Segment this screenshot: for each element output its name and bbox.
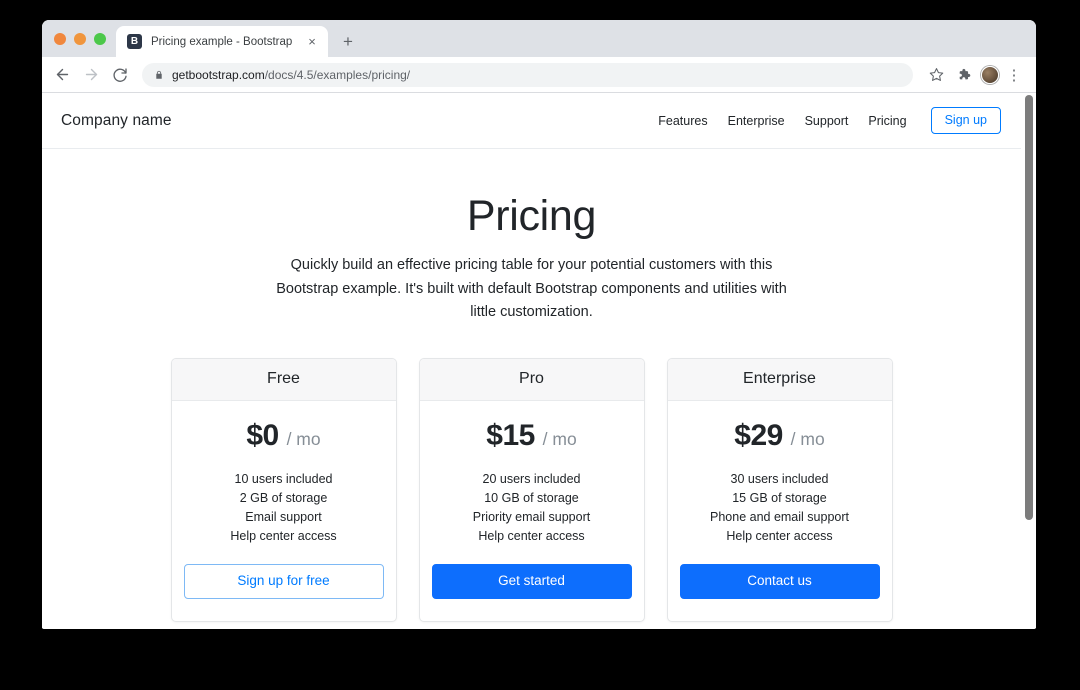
browser-toolbar: getbootstrap.com/docs/4.5/examples/prici… [42,57,1036,93]
nav-link-support[interactable]: Support [805,114,849,128]
browser-tab[interactable]: B Pricing example - Bootstrap × [116,26,328,57]
window-traffic-lights [42,20,116,57]
profile-avatar[interactable] [981,66,999,84]
plan-cta-button[interactable]: Get started [432,564,632,599]
plan-feature: 10 users included [184,470,384,489]
pricing-card-enterprise: Enterprise $29 / mo 30 users included 15… [667,358,893,622]
signup-button[interactable]: Sign up [931,107,1001,134]
plan-feature: Help center access [432,527,632,546]
plan-name: Pro [519,370,544,387]
minimize-window-button[interactable] [74,33,86,45]
plan-features: 10 users included 2 GB of storage Email … [184,470,384,546]
plan-price-period: / mo [791,429,825,449]
plan-feature: Help center access [184,527,384,546]
address-bar-domain: getbootstrap.com [172,68,265,82]
plan-feature: 2 GB of storage [184,489,384,508]
site-brand[interactable]: Company name [61,112,172,130]
nav-link-pricing[interactable]: Pricing [868,114,906,128]
extensions-puzzle-icon[interactable] [951,63,975,87]
plan-feature: Priority email support [432,508,632,527]
maximize-window-button[interactable] [94,33,106,45]
plan-price: $0 / mo [184,419,384,452]
plan-price-period: / mo [543,429,577,449]
page-title: Pricing [42,193,1021,240]
page-content: Company name Features Enterprise Support… [42,93,1021,628]
browser-menu-icon[interactable]: ⋮ [1002,63,1026,87]
card-header: Enterprise [668,359,892,401]
back-icon[interactable] [49,62,75,88]
card-body: $29 / mo 30 users included 15 GB of stor… [668,401,892,621]
browser-tab-strip: B Pricing example - Bootstrap × + [42,20,1036,57]
nav-link-enterprise[interactable]: Enterprise [728,114,785,128]
plan-name: Free [267,370,300,387]
pricing-cards-row: Free $0 / mo 10 users included 2 GB of s… [42,358,1021,622]
plan-features: 20 users included 10 GB of storage Prior… [432,470,632,546]
browser-window: B Pricing example - Bootstrap × + [42,20,1036,629]
plan-feature: Help center access [680,527,880,546]
plan-price: $29 / mo [680,419,880,452]
plan-price-amount: $15 [486,419,535,452]
plan-price-amount: $29 [734,419,783,452]
plan-price-amount: $0 [246,419,278,452]
browser-tab-title: Pricing example - Bootstrap [151,36,300,48]
pricing-header: Pricing Quickly build an effective prici… [42,149,1021,325]
plan-feature: Email support [184,508,384,527]
site-nav-links: Features Enterprise Support Pricing Sign… [658,107,1001,134]
plan-feature: 10 GB of storage [432,489,632,508]
nav-link-features[interactable]: Features [658,114,707,128]
plan-features: 30 users included 15 GB of storage Phone… [680,470,880,546]
lock-icon [154,69,164,81]
pricing-card-pro: Pro $15 / mo 20 users included 10 GB of … [419,358,645,622]
plan-name: Enterprise [743,370,816,387]
address-bar-url: getbootstrap.com/docs/4.5/examples/prici… [172,68,410,82]
close-tab-icon[interactable]: × [304,34,320,50]
page-viewport: Company name Features Enterprise Support… [42,93,1036,628]
page-scrollbar-track[interactable] [1021,93,1036,628]
card-body: $15 / mo 20 users included 10 GB of stor… [420,401,644,621]
bookmark-star-icon[interactable] [924,63,948,87]
page-lead-text: Quickly build an effective pricing table… [272,254,792,324]
plan-cta-button[interactable]: Contact us [680,564,880,599]
plan-feature: Phone and email support [680,508,880,527]
card-header: Free [172,359,396,401]
reload-icon[interactable] [107,62,133,88]
plan-feature: 20 users included [432,470,632,489]
page-scrollbar-thumb[interactable] [1025,95,1033,520]
card-body: $0 / mo 10 users included 2 GB of storag… [172,401,396,621]
new-tab-button[interactable]: + [334,27,362,55]
address-bar[interactable]: getbootstrap.com/docs/4.5/examples/prici… [142,63,913,87]
pricing-card-free: Free $0 / mo 10 users included 2 GB of s… [171,358,397,622]
close-window-button[interactable] [54,33,66,45]
plan-feature: 15 GB of storage [680,489,880,508]
bootstrap-favicon-icon: B [127,34,142,49]
plan-price-period: / mo [287,429,321,449]
plan-price: $15 / mo [432,419,632,452]
plan-feature: 30 users included [680,470,880,489]
forward-icon[interactable] [78,62,104,88]
plan-cta-button[interactable]: Sign up for free [184,564,384,599]
site-navbar: Company name Features Enterprise Support… [42,93,1021,149]
address-bar-path: /docs/4.5/examples/pricing/ [265,68,410,82]
card-header: Pro [420,359,644,401]
